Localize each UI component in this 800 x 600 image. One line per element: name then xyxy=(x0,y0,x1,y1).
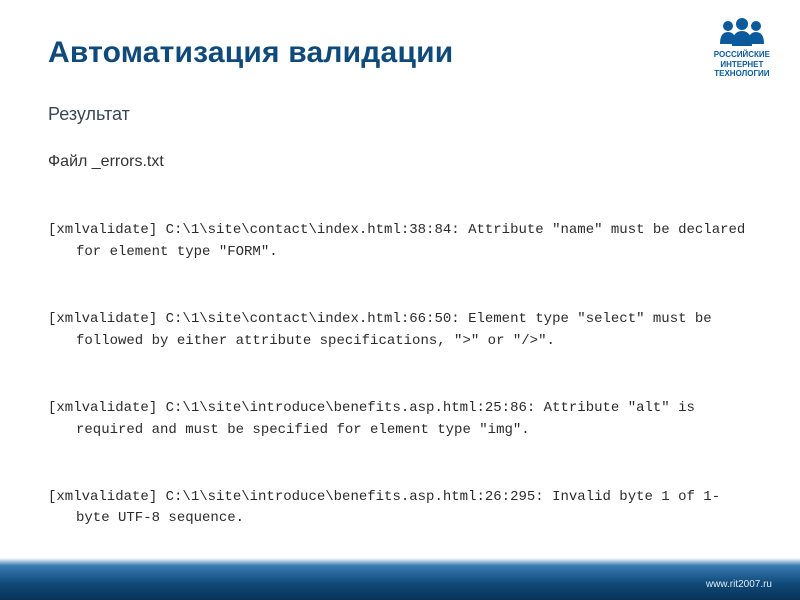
error-line: [xmlvalidate] C:\1\site\introduce\benefi… xyxy=(48,398,752,441)
logo-text-3: ТЕХНОЛОГИИ xyxy=(714,69,770,79)
slide-title: Автоматизация валидации xyxy=(48,36,453,70)
error-log: [xmlvalidate] C:\1\site\contact\index.ht… xyxy=(48,177,752,575)
logo-text-1: РОССИЙСКИЕ xyxy=(714,50,770,60)
slide-content: Результат Файл _errors.txt [xmlvalidate]… xyxy=(48,104,752,600)
filename-label: Файл _errors.txt xyxy=(48,153,752,171)
error-line: [xmlvalidate] C:\1\site\introduce\benefi… xyxy=(48,487,752,530)
slide: РОССИЙСКИЕ ИНТЕРНЕТ ТЕХНОЛОГИИ Автоматиз… xyxy=(0,0,800,600)
logo: РОССИЙСКИЕ ИНТЕРНЕТ ТЕХНОЛОГИИ xyxy=(714,18,770,79)
footer-bar: www.rit2007.ru xyxy=(0,558,800,600)
error-line: [xmlvalidate] C:\1\site\contact\index.ht… xyxy=(48,220,752,263)
logo-text-2: ИНТЕРНЕТ xyxy=(714,60,770,70)
error-line: [xmlvalidate] C:\1\site\contact\index.ht… xyxy=(48,309,752,352)
footer-url: www.rit2007.ru xyxy=(706,579,772,590)
people-icon xyxy=(714,18,770,48)
subhead: Результат xyxy=(48,104,752,125)
